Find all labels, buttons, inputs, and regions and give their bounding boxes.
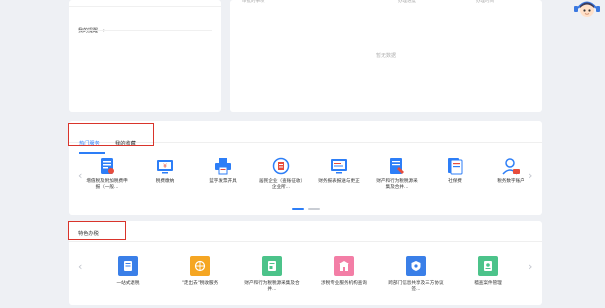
assistant-avatar[interactable] (573, 0, 601, 18)
case-file-icon (478, 256, 498, 276)
page-indicator-active[interactable] (292, 208, 304, 210)
social-insurance-icon (448, 158, 463, 175)
reminder-title[interactable]: 我的提醒 › (78, 17, 105, 36)
service-item-financial-statements[interactable]: 财务报表报送与更正 (317, 157, 361, 185)
user-account-icon (502, 158, 520, 175)
reminder-divider (78, 30, 212, 31)
tax-form-icon (101, 158, 114, 174)
shield-sharing-icon (406, 256, 426, 276)
refund-icon (118, 256, 138, 276)
agency-building-icon (334, 256, 354, 276)
service-item-vat-declaration[interactable]: 增值税及附加税费申报（一般... (85, 157, 129, 190)
featured-item-going-global[interactable]: "走出去"税收服务 (170, 256, 230, 287)
featured-item-property-tax-source[interactable]: 财产和行为税税源采集及合并... (242, 256, 302, 292)
active-tab-underline (79, 152, 105, 154)
reminder-top-strip (69, 0, 221, 7)
document-edit-icon (390, 158, 404, 174)
featured-prev-arrow-icon[interactable]: ‹ (78, 261, 82, 272)
featured-item-info-sharing[interactable]: 跨部门信息共享及三方协议签... (386, 256, 446, 292)
highlight-featured-title-box (68, 221, 126, 240)
highlight-tabs-box (68, 123, 154, 146)
featured-item-agency-query[interactable]: 涉税专业服务机构查询 (314, 256, 374, 287)
globe-service-icon (190, 256, 210, 276)
enterprise-tax-icon (272, 157, 290, 175)
approval-panel: 审批的事项 办理进度 办理时间 暂无数据 (230, 0, 542, 112)
payment-monitor-icon: ¥ (157, 160, 173, 174)
reminder-panel: 我的提醒 › (69, 0, 221, 112)
chevron-right-icon: › (103, 28, 106, 34)
report-screen-icon (331, 159, 347, 174)
featured-item-one-stop-refund[interactable]: 一站式退税 (98, 256, 158, 287)
property-doc-icon (262, 256, 282, 276)
svg-text:¥: ¥ (163, 163, 167, 170)
service-item-digital-account[interactable]: 税务数字账户 (489, 157, 533, 185)
service-item-blue-invoice[interactable]: 蓝字发票开具 (201, 157, 245, 185)
service-item-tax-payment[interactable]: ¥ 税费缴纳 (143, 157, 187, 185)
hot-prev-arrow-icon[interactable]: ‹ (78, 170, 82, 181)
page-indicator[interactable] (308, 208, 320, 210)
featured-divider (69, 241, 542, 242)
featured-tax-panel: 特色办税 ‹ › 一站式退税 "走出去"税收服务 财产和行为税税源采集及合并..… (69, 221, 542, 305)
featured-next-arrow-icon[interactable]: › (528, 261, 532, 272)
service-item-enterprise-income-tax[interactable]: 居民企业（查账征收）企业所... (259, 157, 303, 190)
featured-item-audit-case[interactable]: 稽查案件管理 (458, 256, 518, 287)
service-item-property-behavior-tax[interactable]: 财产和行为税税源采集及合并... (375, 157, 419, 190)
printer-icon (215, 158, 231, 175)
service-item-social-insurance[interactable]: 社保费 (433, 157, 477, 185)
empty-text: 暂无数据 (375, 53, 396, 59)
approval-header: 审批的事项 办理进度 办理时间 (242, 0, 494, 4)
